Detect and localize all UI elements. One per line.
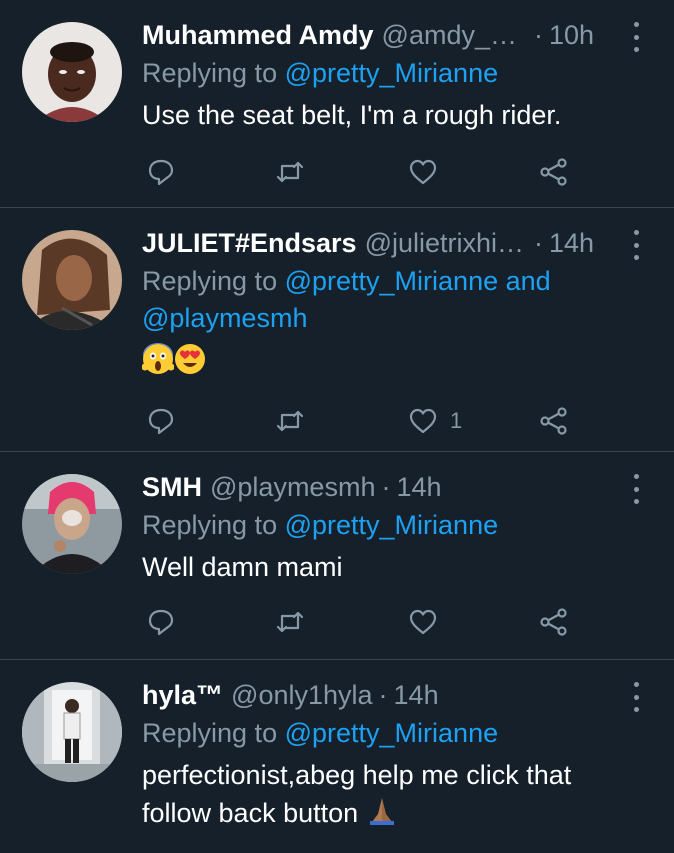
like-count: 1 bbox=[450, 408, 463, 433]
timestamp[interactable]: 14h bbox=[396, 472, 441, 503]
replying-to-label: Replying to bbox=[142, 510, 278, 540]
separator-dot: · bbox=[378, 680, 388, 710]
reply-tweet[interactable]: Muhammed Amdy @amdy_of... · 10h Replying… bbox=[0, 0, 674, 208]
display-name[interactable]: hyla™ bbox=[142, 680, 223, 711]
mention-link[interactable]: @pretty_Mirianne bbox=[285, 266, 499, 296]
reply-button[interactable] bbox=[146, 401, 176, 441]
tweet-header: JULIET#Endsars @julietrixhin... · 14h bbox=[142, 228, 594, 262]
reply-button[interactable] bbox=[146, 602, 176, 642]
mention-joiner: and bbox=[505, 266, 551, 296]
timestamp[interactable]: 14h bbox=[549, 228, 594, 259]
retweet-button[interactable] bbox=[275, 401, 305, 441]
mention-link[interactable]: @playmesmh bbox=[142, 303, 307, 333]
tweet-actions: 1 bbox=[142, 401, 592, 441]
tweet-text: Use the seat belt, I'm a rough rider. bbox=[142, 100, 562, 130]
tweet-text-segment: follow back button bbox=[142, 798, 359, 829]
retweet-button[interactable] bbox=[275, 602, 305, 642]
separator-dot: · bbox=[533, 228, 543, 258]
like-button[interactable] bbox=[408, 602, 450, 642]
folded-hands-emoji bbox=[366, 794, 398, 836]
replying-to-label: Replying to bbox=[142, 266, 278, 296]
replying-to: Replying to @pretty_Mirianne bbox=[142, 507, 634, 544]
retweet-icon bbox=[276, 611, 304, 633]
like-button[interactable] bbox=[408, 152, 450, 192]
reply-icon bbox=[148, 159, 174, 186]
more-options-icon[interactable] bbox=[626, 230, 646, 260]
replying-to-label: Replying to bbox=[142, 718, 278, 748]
share-icon bbox=[540, 407, 567, 435]
like-icon bbox=[409, 609, 437, 635]
retweet-icon bbox=[276, 161, 304, 183]
tweet-text-line: perfectionist,abeg help me click that bbox=[142, 760, 572, 790]
heart-eyes-emoji bbox=[174, 343, 206, 385]
separator-dot: · bbox=[381, 472, 391, 502]
replying-to: Replying to @pretty_Mirianne and @playme… bbox=[142, 263, 634, 337]
tweet-actions bbox=[142, 152, 592, 192]
reply-tweet[interactable]: JULIET#Endsars @julietrixhin... · 14h Re… bbox=[0, 208, 674, 452]
face-screaming-in-fear-emoji bbox=[141, 343, 175, 385]
like-icon bbox=[409, 159, 437, 185]
avatar[interactable] bbox=[22, 22, 122, 122]
more-options-icon[interactable] bbox=[626, 682, 646, 712]
tweet-text-line: follow back button bbox=[142, 794, 614, 836]
reply-tweet[interactable]: SMH @playmesmh · 14h Replying to @pretty… bbox=[0, 452, 674, 660]
avatar[interactable] bbox=[22, 474, 122, 574]
tweet-header: Muhammed Amdy @amdy_of... · 10h bbox=[142, 20, 594, 54]
reply-button[interactable] bbox=[146, 152, 176, 192]
replies-timeline: Muhammed Amdy @amdy_of... · 10h Replying… bbox=[0, 0, 674, 853]
display-name[interactable]: JULIET#Endsars bbox=[142, 228, 357, 259]
reply-icon bbox=[148, 408, 174, 435]
like-button[interactable]: 1 bbox=[408, 401, 462, 441]
retweet-icon bbox=[276, 410, 304, 432]
share-icon bbox=[540, 608, 567, 636]
reply-tweet[interactable]: hyla™ @only1hyla · 14h Replying to @pret… bbox=[0, 660, 674, 853]
reply-icon bbox=[148, 609, 174, 636]
tweet-header: hyla™ @only1hyla · 14h bbox=[142, 680, 594, 714]
user-handle[interactable]: @playmesmh bbox=[210, 472, 375, 503]
tweet-actions bbox=[142, 602, 592, 642]
share-button[interactable] bbox=[539, 602, 569, 642]
tweet-text: perfectionist,abeg help me click that fo… bbox=[142, 757, 614, 836]
avatar[interactable] bbox=[22, 682, 122, 782]
timestamp[interactable]: 10h bbox=[549, 20, 594, 51]
share-button[interactable] bbox=[539, 401, 569, 441]
mention-link[interactable]: @pretty_Mirianne bbox=[285, 510, 499, 540]
more-options-icon[interactable] bbox=[626, 474, 646, 504]
tweet-text: Well damn mami bbox=[142, 552, 343, 582]
retweet-button[interactable] bbox=[275, 152, 305, 192]
more-options-icon[interactable] bbox=[626, 22, 646, 52]
tweet-header: SMH @playmesmh · 14h bbox=[142, 472, 594, 506]
mention-link[interactable]: @pretty_Mirianne bbox=[285, 58, 499, 88]
separator-dot: · bbox=[533, 20, 543, 50]
replying-to: Replying to @pretty_Mirianne bbox=[142, 715, 634, 752]
user-handle[interactable]: @julietrixhin... bbox=[365, 228, 528, 259]
user-handle[interactable]: @only1hyla bbox=[231, 680, 373, 711]
share-icon bbox=[540, 158, 567, 186]
replying-to-label: Replying to bbox=[142, 58, 278, 88]
share-button[interactable] bbox=[539, 152, 569, 192]
display-name[interactable]: SMH bbox=[142, 472, 202, 503]
timestamp[interactable]: 14h bbox=[394, 680, 439, 711]
display-name[interactable]: Muhammed Amdy bbox=[142, 20, 374, 51]
like-icon bbox=[409, 408, 437, 434]
tweet-text bbox=[141, 343, 614, 385]
replying-to: Replying to @pretty_Mirianne bbox=[142, 55, 634, 92]
avatar[interactable] bbox=[22, 230, 122, 330]
mention-link[interactable]: @pretty_Mirianne bbox=[285, 718, 499, 748]
user-handle[interactable]: @amdy_of... bbox=[382, 20, 528, 51]
